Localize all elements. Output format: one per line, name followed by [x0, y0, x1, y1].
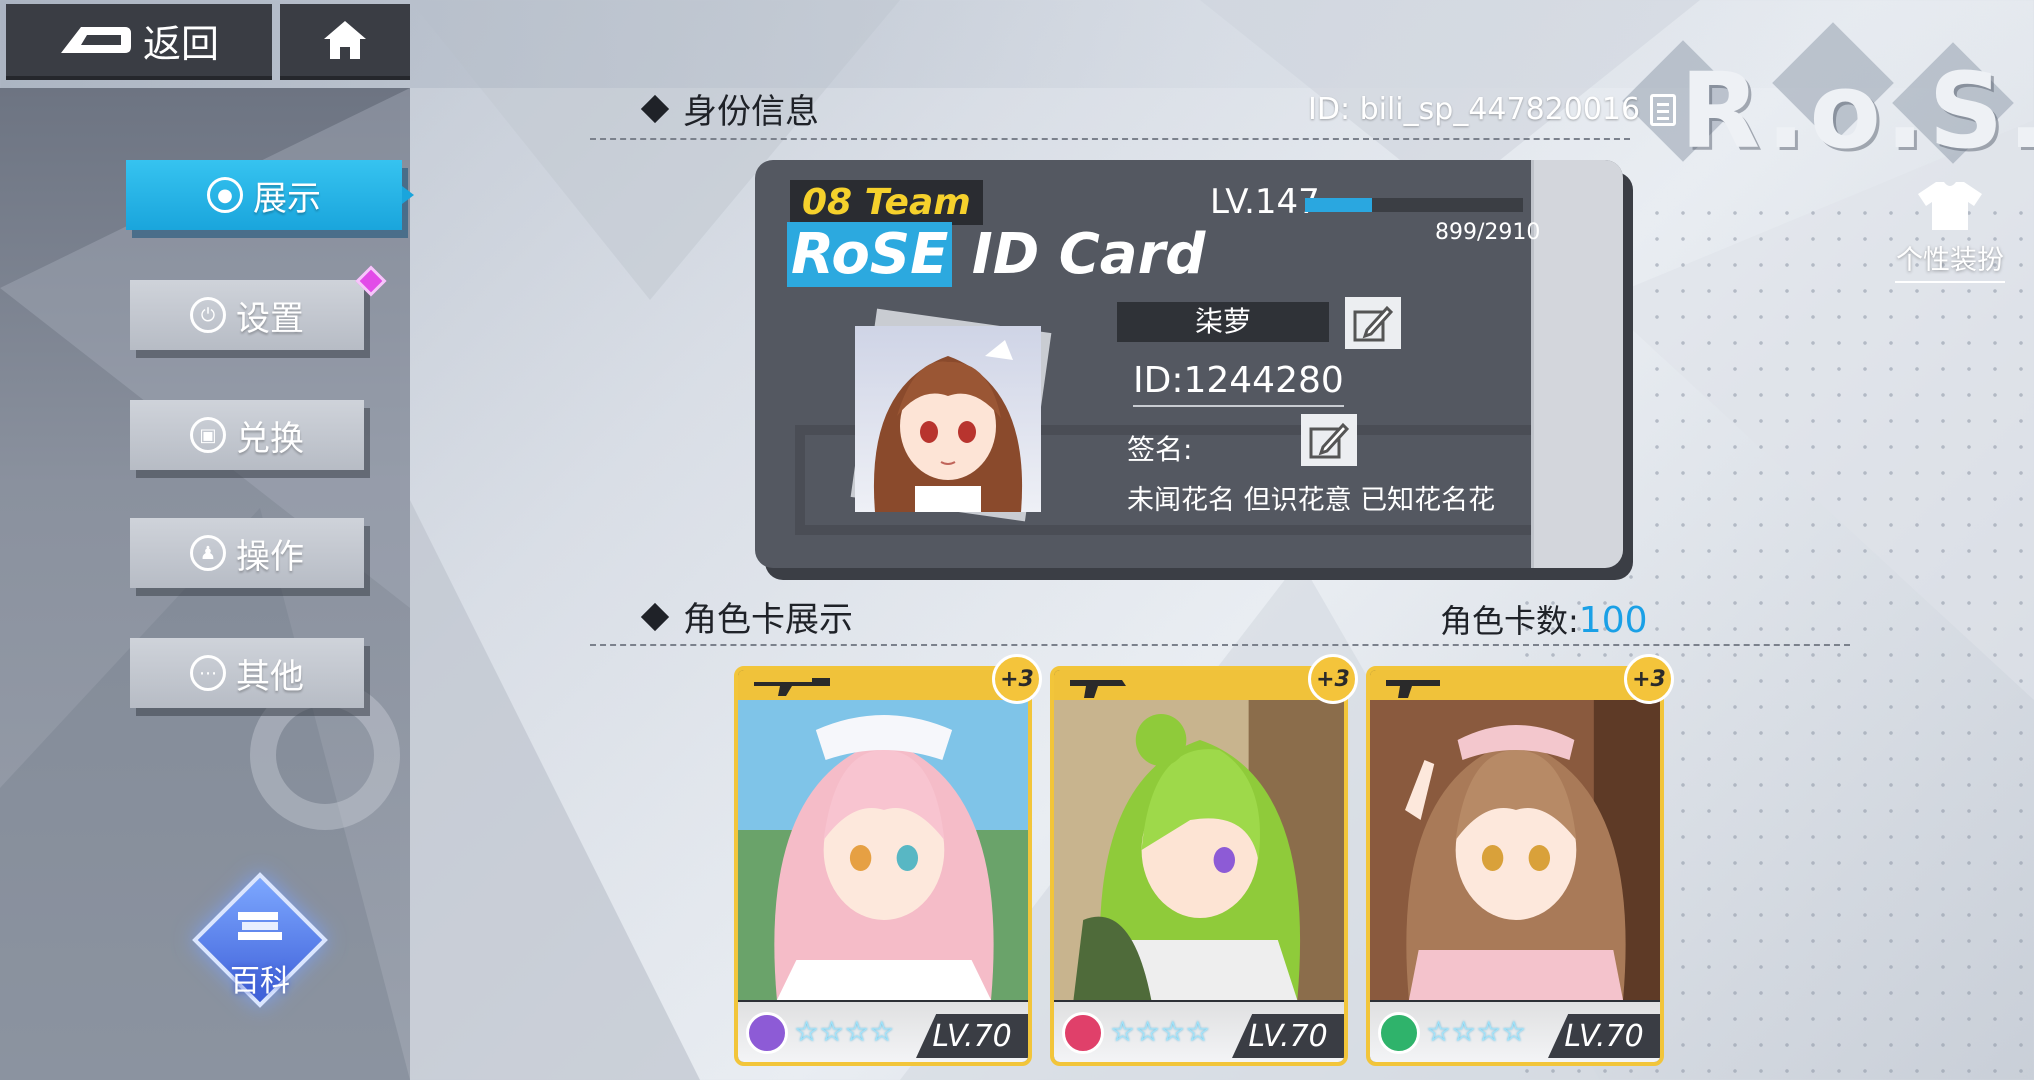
wiki-button[interactable]: 百科: [190, 870, 330, 1010]
sidebar-item-label: 其他: [236, 656, 304, 697]
edit-signature-button[interactable]: [1301, 414, 1357, 466]
character-card[interactable]: ☆☆☆☆ LV.70: [734, 666, 1032, 1066]
gun-icon: [1070, 680, 1126, 698]
back-arrow-icon: [60, 27, 131, 53]
sidebar-item-controls[interactable]: ♟ 操作: [130, 518, 364, 588]
pencil-icon: [1309, 422, 1349, 459]
power-icon: ⏻: [190, 297, 226, 333]
sidebar-item-label: 操作: [236, 536, 304, 577]
pistol-icon: [1386, 680, 1440, 698]
character-count: 角色卡数:100: [1440, 596, 1648, 642]
star-rating: ☆☆☆☆: [1110, 1015, 1210, 1048]
outfit-button[interactable]: 个性装扮: [1895, 180, 2005, 283]
outfit-underline: [1895, 281, 2005, 283]
books-icon: [238, 912, 282, 940]
diamond-marker-icon: [640, 602, 670, 631]
plus-badge: +3: [992, 654, 1042, 704]
element-icon: [1378, 1012, 1420, 1054]
edit-nickname-button[interactable]: [1345, 297, 1401, 349]
sidebar-item-display[interactable]: ● 展示: [126, 160, 414, 230]
card-side-panel: [1531, 160, 1623, 568]
card-title-suffix: ID Card: [952, 222, 1206, 287]
character-card[interactable]: ☆☆☆☆ LV.70: [1050, 666, 1348, 1066]
character-art: [1054, 700, 1344, 1000]
sidebar-item-other[interactable]: ⋯ 其他: [130, 638, 364, 708]
outfit-label: 个性装扮: [1896, 245, 2004, 276]
character-art: [1370, 700, 1660, 1000]
account-id-text: ID: bili_sp_447820016: [1308, 92, 1641, 127]
stars-text: ☆☆☆☆: [1110, 1015, 1211, 1048]
characters-section-title: 角色卡展示: [640, 592, 853, 641]
team-tag: 08 Team: [790, 180, 983, 225]
person-icon: ♟: [190, 535, 226, 571]
wiki-label: 百科: [230, 964, 290, 999]
avatar[interactable]: [855, 326, 1041, 512]
star-rating: ☆☆☆☆: [794, 1015, 894, 1048]
player-id: ID:1244280: [1133, 360, 1344, 407]
rose-logo: R.o.S.E: [1622, 22, 2034, 172]
rifle-icon: [754, 678, 830, 696]
count-label: 角色卡数:: [1440, 602, 1579, 640]
xp-bar-fill: [1305, 198, 1373, 212]
xp-bar: [1305, 198, 1523, 212]
sidebar-item-label: 展示: [253, 178, 321, 219]
identity-section-title: 身份信息: [640, 84, 819, 133]
count-value: 100: [1578, 600, 1648, 641]
stars-text: ☆☆☆☆: [1426, 1015, 1527, 1048]
card-title-highlight: RoSE: [787, 222, 953, 287]
user-circle-icon: ●: [207, 177, 243, 213]
character-card[interactable]: ☆☆☆☆ LV.70: [1366, 666, 1664, 1066]
section-divider: [590, 644, 1850, 646]
section-title-text: 角色卡展示: [683, 600, 853, 640]
more-icon: ⋯: [190, 655, 226, 691]
sidebar-item-redeem[interactable]: ▣ 兑换: [130, 400, 364, 470]
element-icon: [746, 1012, 788, 1054]
player-level: LV.147: [1210, 182, 1320, 222]
id-card: 08 Team RoSE ID Card LV.147 899/2910 柒萝 …: [755, 160, 1623, 568]
section-divider: [590, 138, 1630, 140]
signature-label: 签名:: [1127, 433, 1193, 466]
pencil-icon: [1353, 305, 1393, 342]
bag-icon: ▣: [190, 417, 226, 453]
diamond-marker-icon: [640, 94, 670, 123]
section-title-text: 身份信息: [683, 92, 819, 132]
copy-icon[interactable]: [1650, 93, 1677, 126]
account-id[interactable]: ID: bili_sp_447820016: [1308, 92, 1677, 127]
xp-text: 899/2910: [1435, 220, 1541, 245]
sidebar-item-label: 兑换: [236, 418, 304, 459]
stars-text: ☆☆☆☆: [794, 1015, 895, 1048]
logo-text: R.o.S.E: [1680, 50, 2034, 172]
card-title: RoSE ID Card: [787, 222, 1205, 287]
nickname: 柒萝: [1117, 302, 1329, 342]
home-icon: [324, 21, 366, 59]
plus-badge: +3: [1624, 654, 1674, 704]
element-icon: [1062, 1012, 1104, 1054]
signature-text: 未闻花名 但识花意 已知花名花: [1127, 485, 1496, 516]
home-button[interactable]: [280, 4, 410, 80]
sidebar-item-settings[interactable]: ⏻ 设置: [130, 280, 364, 350]
plus-badge: +3: [1308, 654, 1358, 704]
star-rating: ☆☆☆☆: [1426, 1015, 1526, 1048]
back-label: 返回: [142, 21, 219, 66]
sidebar-item-label: 设置: [236, 298, 304, 339]
shirt-icon: [1918, 182, 1982, 230]
avatar-portrait: [873, 340, 1023, 512]
back-button[interactable]: 返回: [6, 4, 272, 80]
character-art: [738, 700, 1028, 1000]
